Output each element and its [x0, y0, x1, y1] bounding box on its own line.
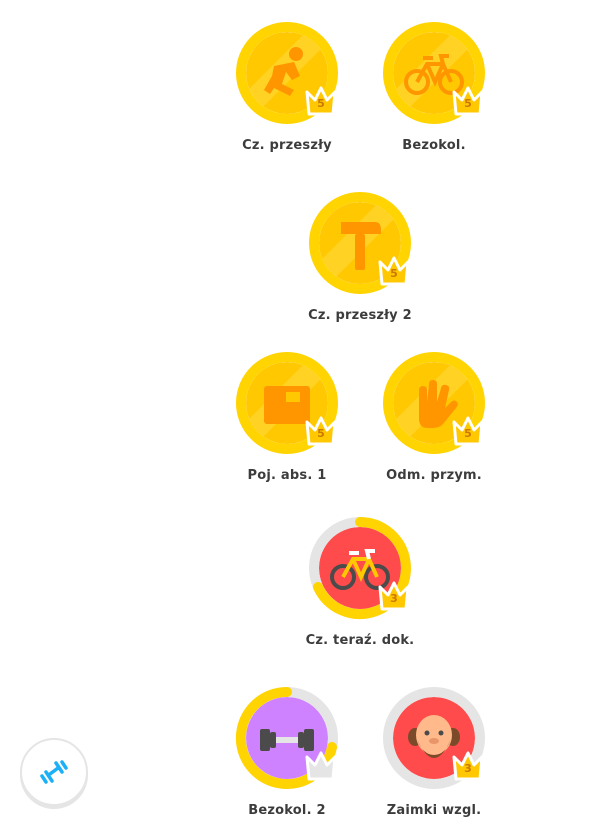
crown-level: 5: [390, 267, 398, 280]
skill-bezokol-2[interactable]: Bezokol. 2: [227, 685, 347, 825]
skill-label: Bezokol. 2: [248, 803, 326, 818]
crown-icon: 3: [374, 575, 414, 615]
crown-icon: 5: [301, 80, 341, 120]
dumbbell-practice-icon: [40, 760, 68, 784]
skill-label: Cz. przeszły 2: [308, 308, 412, 323]
crown-level: 5: [317, 97, 325, 110]
skill-label: Odm. przym.: [386, 468, 482, 483]
crown-level: 5: [464, 427, 472, 440]
crown-icon: 3: [448, 745, 488, 785]
crown-icon: 5: [374, 250, 414, 290]
crown-level: 3: [390, 592, 398, 605]
skill-label: Poj. abs. 1: [247, 468, 327, 483]
practice-button[interactable]: [20, 738, 88, 806]
skill-odm-przym[interactable]: 5 Odm. przym.: [374, 350, 494, 490]
skill-label: Cz. przeszły: [242, 138, 332, 153]
skill-bezokol[interactable]: 5 Bezokol.: [374, 20, 494, 160]
crown-level: 5: [317, 427, 325, 440]
crown-icon: 5: [448, 80, 488, 120]
skill-cz-teraz-dok[interactable]: 3 Cz. teraź. dok.: [300, 515, 420, 655]
skill-cz-przeszly[interactable]: 5 Cz. przeszły: [227, 20, 347, 160]
crown-icon: 5: [448, 410, 488, 450]
skill-label: Cz. teraź. dok.: [305, 633, 415, 648]
crown-icon: [301, 745, 341, 785]
skill-cz-przeszly-2[interactable]: 5 Cz. przeszły 2: [300, 190, 420, 330]
skill-poj-abs-1[interactable]: 5 Poj. abs. 1: [227, 350, 347, 490]
crown-level: 5: [464, 97, 472, 110]
skill-label: Bezokol.: [402, 138, 466, 153]
crown-icon: 5: [301, 410, 341, 450]
crown-level: 3: [464, 762, 472, 775]
skill-label: Zaimki wzgl.: [386, 803, 482, 818]
skill-zaimki-wzgl[interactable]: 3 Zaimki wzgl.: [374, 685, 494, 825]
